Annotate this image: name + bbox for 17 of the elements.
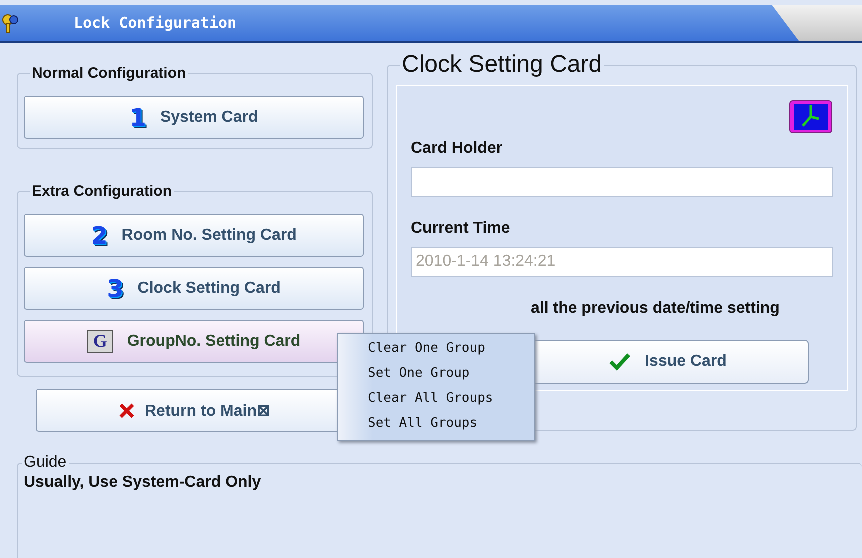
setting-card-button[interactable]: 3 Clock Setting Card (24, 267, 364, 310)
setting-card-button[interactable]: G GroupNo. Setting Card (24, 320, 364, 363)
setting-card-button[interactable]: 2 Room No. Setting Card (24, 214, 364, 257)
system-card-button[interactable]: 1 System Card (24, 96, 364, 139)
group-title: Clock Setting Card (401, 51, 604, 79)
card-holder-field[interactable] (411, 167, 833, 197)
close-icon (119, 402, 135, 418)
clock-icon (789, 100, 833, 134)
field-label: Card Holder (411, 140, 504, 158)
field-label: Current Time (411, 220, 512, 238)
note-text: all the previous date/time setting (531, 300, 781, 318)
window-title: Lock Configuration (74, 14, 237, 32)
group-title: Normal Configuration (31, 65, 188, 82)
group-title: Guide (23, 454, 68, 472)
group-title: Extra Configuration (31, 183, 174, 200)
checkmark-icon (609, 353, 632, 371)
guide-text: Usually, Use System-Card Only (24, 474, 262, 492)
